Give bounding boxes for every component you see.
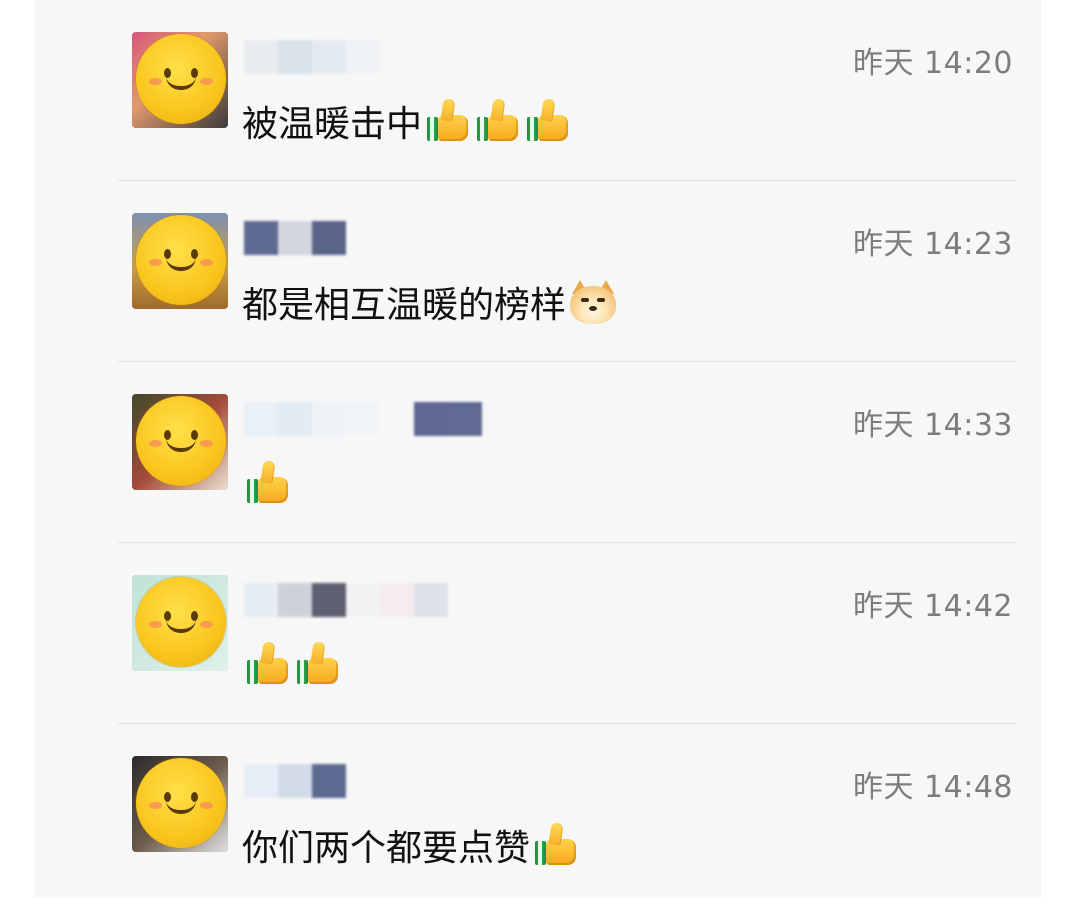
comment-text — [242, 458, 292, 508]
avatar[interactable] — [132, 756, 228, 852]
comment-text: 都是相互温暖的榜样 — [242, 277, 618, 327]
comment-time: 昨天 14:33 — [853, 408, 1013, 443]
avatar[interactable] — [132, 32, 228, 128]
thumbs-up-icon — [294, 640, 342, 688]
comment-text: 你们两个都要点赞 — [242, 820, 580, 870]
comment-message: 你们两个都要点赞 — [242, 828, 531, 869]
comment-list: 昨天 14:20 被温暖击中 昨天 14:23 都是相互温暖的榜样 昨天 14:… — [34, 0, 1041, 898]
blurred-username[interactable] — [244, 402, 482, 442]
comment-time: 昨天 14:48 — [853, 770, 1013, 805]
smiley-face-icon — [136, 34, 226, 124]
doge-icon — [568, 278, 618, 326]
comment-item[interactable]: 昨天 14:48 你们两个都要点赞 — [34, 724, 1041, 905]
comment-item[interactable]: 昨天 14:42 — [34, 543, 1041, 724]
thumbs-up-icon — [244, 459, 292, 507]
comment-item[interactable]: 昨天 14:20 被温暖击中 — [34, 0, 1041, 181]
thumbs-up-icon — [474, 97, 522, 145]
avatar[interactable] — [132, 213, 228, 309]
comment-item[interactable]: 昨天 14:33 — [34, 362, 1041, 543]
comment-time: 昨天 14:20 — [853, 46, 1013, 81]
blurred-username[interactable] — [244, 764, 346, 804]
blurred-username[interactable] — [244, 40, 380, 80]
comment-message: 被温暖击中 — [242, 104, 423, 145]
thumbs-up-icon — [424, 97, 472, 145]
thumbs-up-icon — [244, 640, 292, 688]
thumbs-up-icon — [532, 821, 580, 869]
avatar[interactable] — [132, 394, 228, 490]
comment-message: 都是相互温暖的榜样 — [242, 285, 567, 326]
comment-time: 昨天 14:42 — [853, 589, 1013, 624]
comment-item[interactable]: 昨天 14:23 都是相互温暖的榜样 — [34, 181, 1041, 362]
thumbs-up-icon — [524, 97, 572, 145]
smiley-face-icon — [136, 577, 226, 667]
avatar[interactable] — [132, 575, 228, 671]
blurred-username[interactable] — [244, 221, 346, 261]
smiley-face-icon — [136, 758, 226, 848]
comment-text — [242, 639, 342, 689]
comment-time: 昨天 14:23 — [853, 227, 1013, 262]
smiley-face-icon — [136, 215, 226, 305]
comment-text: 被温暖击中 — [242, 96, 572, 146]
blurred-username[interactable] — [244, 583, 448, 623]
smiley-face-icon — [136, 396, 226, 486]
